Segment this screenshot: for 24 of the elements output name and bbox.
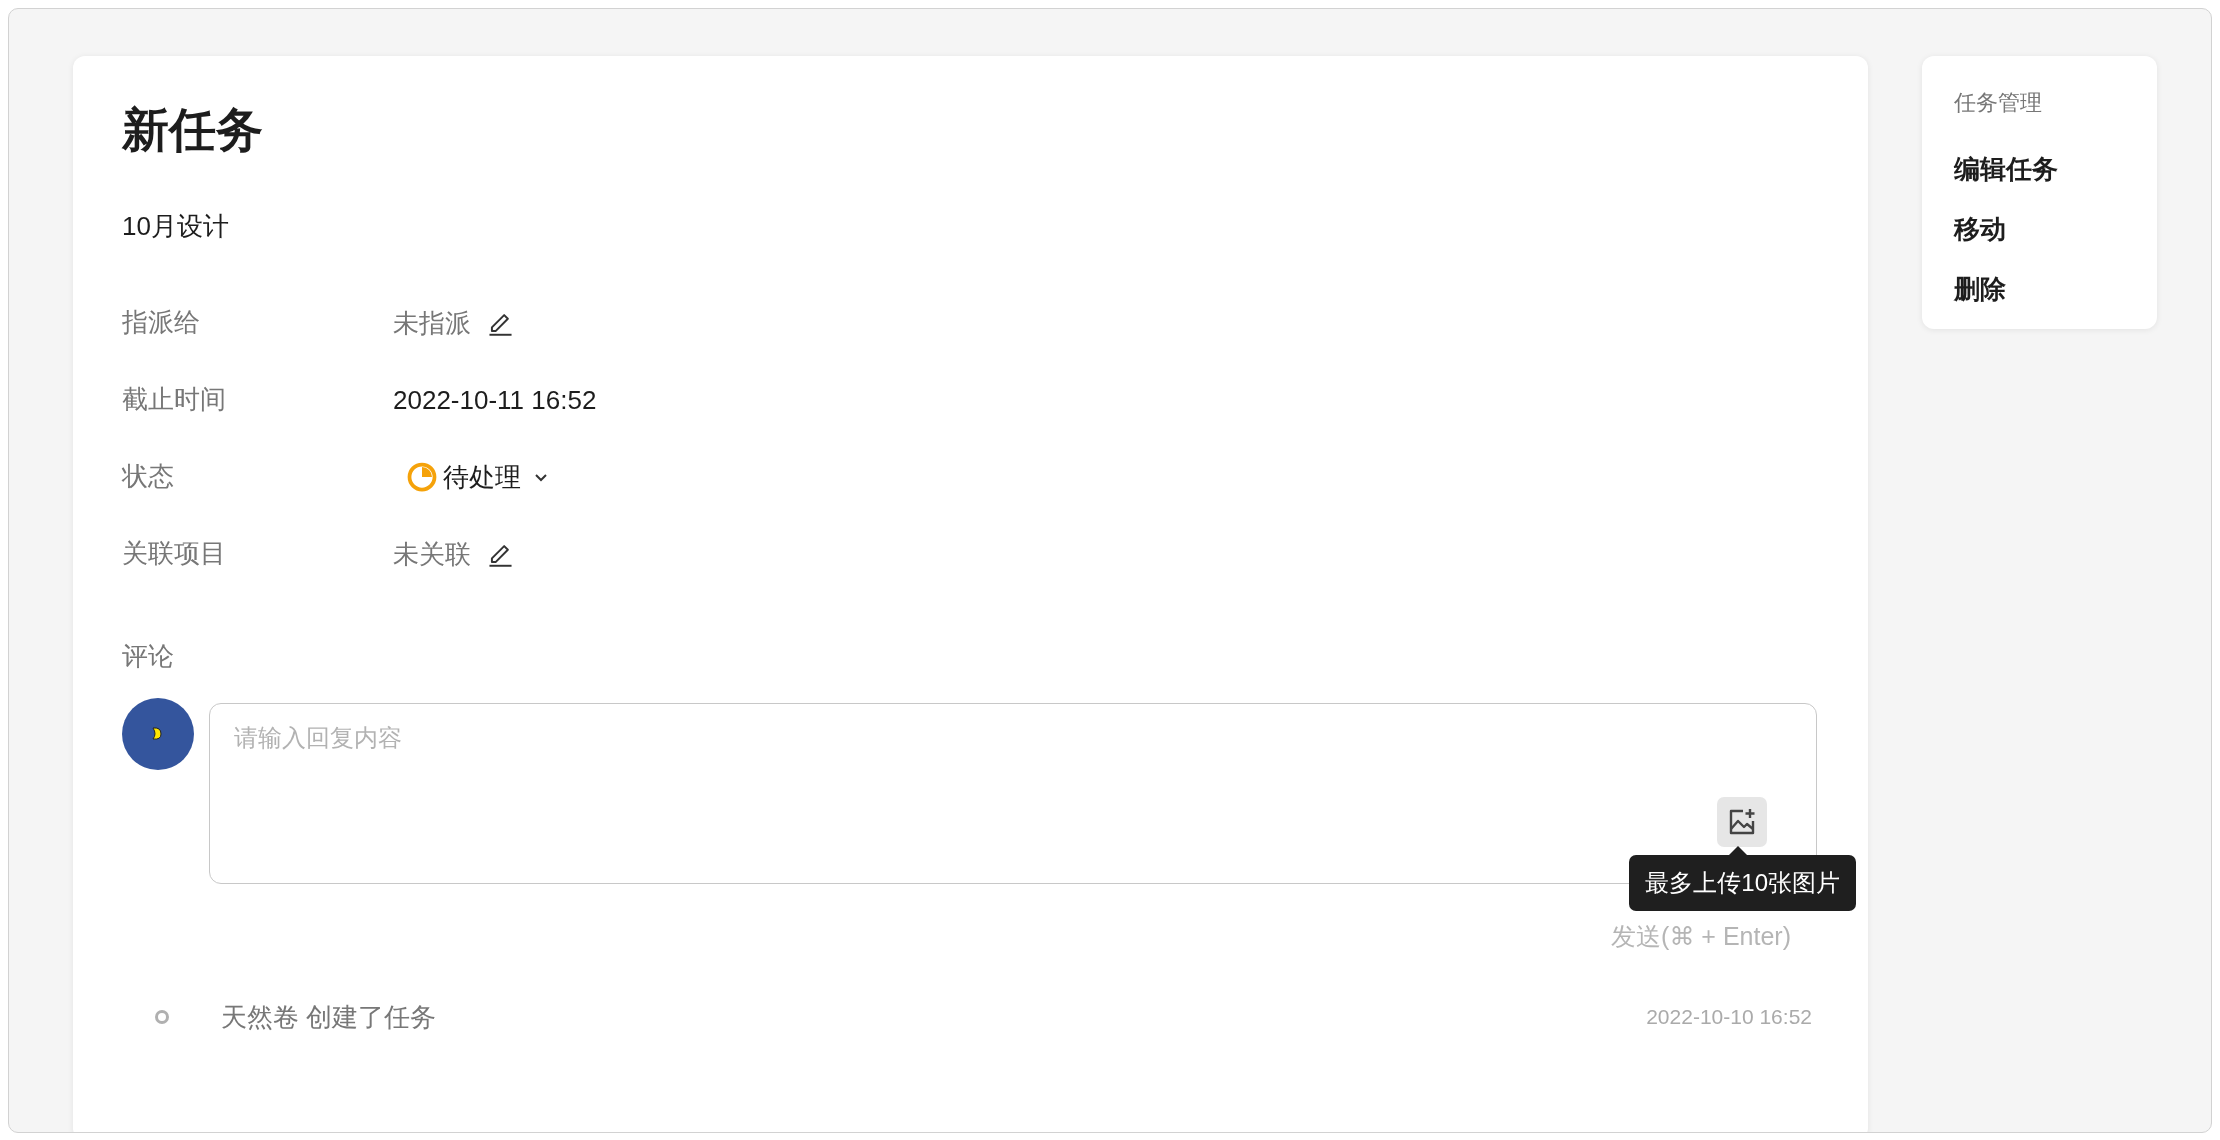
image-add-icon xyxy=(1727,807,1757,837)
comments-heading: 评论 xyxy=(122,640,174,673)
field-label: 截止时间 xyxy=(122,383,227,416)
status-dropdown[interactable]: 待处理 xyxy=(407,458,549,495)
avatar xyxy=(122,698,194,770)
timeline-dot xyxy=(155,1010,169,1024)
field-value: 未指派 xyxy=(393,306,471,340)
activity-text: 天然卷 创建了任务 xyxy=(221,1000,438,1034)
field-value: 2022-10-11 16:52 xyxy=(393,383,597,417)
field-label: 指派给 xyxy=(122,306,201,339)
field-value: 未关联 xyxy=(393,537,471,571)
add-image-button[interactable] xyxy=(1717,797,1767,847)
send-hint: 发送(⌘ + Enter) xyxy=(1611,922,1791,950)
menu-item[interactable]: 删除 xyxy=(1954,271,2006,307)
field-label: 关联项目 xyxy=(122,537,227,570)
field-label: 状态 xyxy=(122,460,175,493)
menu-item[interactable]: 编辑任务 xyxy=(1954,151,2058,187)
activity-time: 2022-10-10 16:52 xyxy=(1646,1005,1812,1029)
menu-heading: 任务管理 xyxy=(1954,89,2042,117)
menu-item[interactable]: 移动 xyxy=(1954,211,2006,247)
pie-status-icon xyxy=(407,461,437,492)
task-title: 新任务 xyxy=(122,102,264,158)
tooltip: 最多上传10张图片 xyxy=(1629,855,1856,911)
project-name: 10月设计 xyxy=(122,210,229,243)
